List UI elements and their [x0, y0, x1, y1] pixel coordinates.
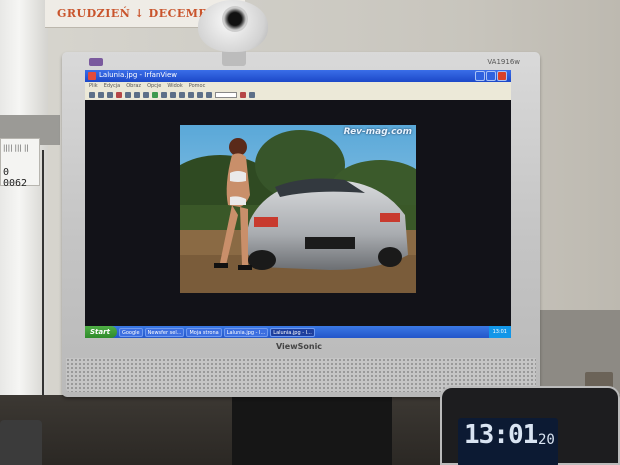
- taskbar: Start Google Newsfer sel... Moja strona …: [85, 326, 511, 338]
- monitor-brand: ViewSonic: [276, 342, 323, 351]
- displayed-photo: Rev-mag.com: [180, 125, 416, 293]
- close-button[interactable]: [497, 71, 507, 81]
- taskbar-item-active[interactable]: Lalunia.jpg - I...: [270, 327, 315, 337]
- zoom-field[interactable]: [215, 92, 237, 98]
- info-icon[interactable]: [152, 92, 158, 98]
- webcam: [198, 0, 268, 52]
- save-icon[interactable]: [98, 92, 104, 98]
- minimize-button[interactable]: [475, 71, 485, 81]
- menu-image[interactable]: Obraz: [126, 82, 141, 90]
- photo-watermark: Rev-mag.com: [343, 127, 412, 137]
- zoom-in-icon[interactable]: [161, 92, 167, 98]
- car-photo-image: [180, 125, 416, 293]
- sticker-number: 0 0062: [3, 167, 28, 189]
- menu-help[interactable]: Pomoc: [189, 82, 206, 90]
- webcam-lens-icon: [222, 6, 248, 32]
- label-sticker: |||| ||| || 0 0062: [0, 138, 40, 189]
- paste-icon[interactable]: [134, 92, 140, 98]
- monitor-stand: [232, 397, 392, 465]
- taskbar-item[interactable]: Moja strona: [186, 327, 222, 337]
- previous-icon[interactable]: [179, 92, 185, 98]
- brand-badge-icon: [89, 58, 103, 66]
- maximize-button[interactable]: [486, 71, 496, 81]
- menubar: Plik Edycja Obraz Opcje Widok Pomoc: [85, 82, 511, 90]
- delete-icon[interactable]: [116, 92, 122, 98]
- mug: [0, 420, 42, 465]
- next-icon[interactable]: [188, 92, 194, 98]
- print-icon[interactable]: [107, 92, 113, 98]
- start-button[interactable]: Start: [85, 326, 117, 338]
- about-icon[interactable]: [249, 92, 255, 98]
- system-tray-clock[interactable]: 13:01: [488, 326, 511, 338]
- monitor-model: VA1916w: [487, 58, 520, 66]
- menu-options[interactable]: Opcje: [147, 82, 161, 90]
- sticker-barcode: |||| ||| ||: [3, 144, 29, 152]
- irfanview-icon: [88, 72, 96, 80]
- cable: [42, 150, 44, 400]
- menu-file[interactable]: Plik: [89, 82, 98, 90]
- clock-display: 13:01 20: [458, 418, 558, 465]
- settings-icon[interactable]: [206, 92, 212, 98]
- copy-icon[interactable]: [125, 92, 131, 98]
- clock-time: 13:01: [464, 420, 538, 450]
- menu-view[interactable]: Widok: [167, 82, 182, 90]
- taskbar-item[interactable]: Lalunia.jpg - I...: [223, 327, 269, 337]
- taskbar-item[interactable]: Newsfer sel...: [144, 327, 185, 337]
- window-controls: [475, 71, 507, 81]
- open-icon[interactable]: [89, 92, 95, 98]
- taskbar-item[interactable]: Google: [119, 327, 143, 337]
- clock-seconds: 20: [538, 432, 555, 448]
- zoom-out-icon[interactable]: [170, 92, 176, 98]
- slideshow-icon[interactable]: [197, 92, 203, 98]
- monitor-screen: Lalunia.jpg - IrfanView Plik Edycja Obra…: [85, 70, 511, 338]
- undo-icon[interactable]: [143, 92, 149, 98]
- toolbar: [85, 90, 511, 100]
- desk-clock: 13:01 20: [440, 386, 620, 465]
- menu-edit[interactable]: Edycja: [104, 82, 121, 90]
- window-titlebar[interactable]: Lalunia.jpg - IrfanView: [85, 70, 511, 82]
- window-title: Lalunia.jpg - IrfanView: [99, 71, 178, 79]
- exit-icon[interactable]: [240, 92, 246, 98]
